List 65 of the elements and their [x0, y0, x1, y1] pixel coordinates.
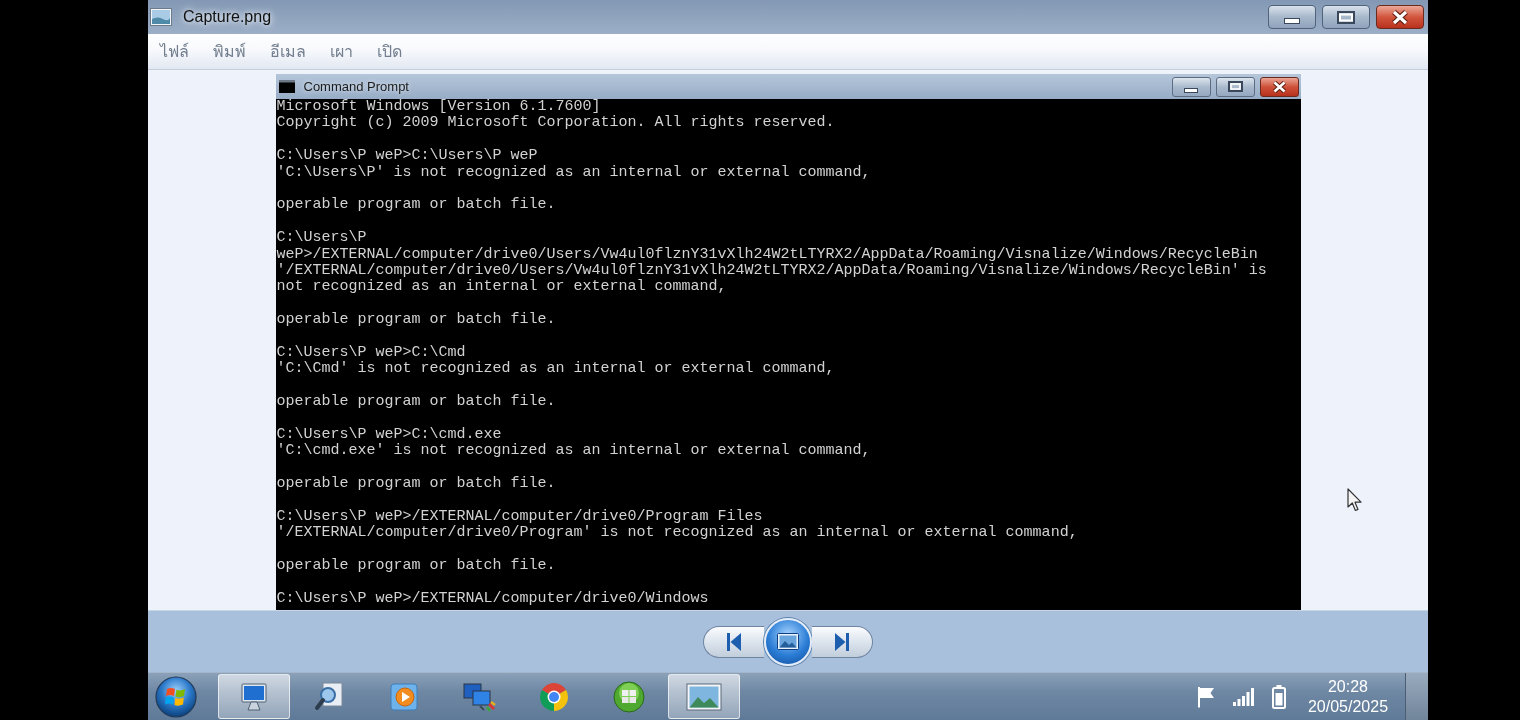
start-button[interactable] [154, 674, 198, 719]
window-title: Capture.png [183, 8, 272, 26]
slideshow-button[interactable] [764, 617, 812, 666]
console-line: C:\Users\P [276, 230, 367, 247]
clock-date: 20/05/2025 [1307, 696, 1389, 717]
taskbar-button[interactable] [218, 674, 290, 719]
close-button[interactable] [1376, 5, 1424, 29]
maximize-icon [1337, 10, 1355, 24]
menu-item[interactable]: เผา [330, 39, 353, 64]
console-line: operable program or batch file. [276, 558, 556, 575]
console-line: operable program or batch file. [276, 197, 556, 214]
picture-icon [777, 633, 799, 650]
picture-icon [150, 8, 172, 26]
console-line: operable program or batch file. [276, 476, 556, 493]
console-line: not recognized as an internal or external command, [276, 279, 727, 296]
round-logo-icon [539, 681, 569, 712]
play-icon [389, 682, 419, 711]
console-line: C:\Users\P weP>/EXTERNAL/computer/drive0/Program Files [276, 509, 763, 525]
taskbar-button[interactable] [668, 674, 740, 719]
console-line: 'C:\Cmd' is not recognized as an internal or external command, [276, 361, 835, 378]
start-orb-icon [155, 675, 197, 718]
close-button[interactable] [1259, 76, 1299, 97]
next-button[interactable] [812, 625, 873, 658]
flag-icon[interactable] [1196, 685, 1216, 708]
minimize-icon [1284, 18, 1300, 24]
skip-forward-icon [835, 632, 849, 651]
minimize-button[interactable] [1171, 76, 1211, 97]
close-icon [1391, 9, 1409, 25]
console-line: operable program or batch file. [276, 312, 556, 329]
window-title: Command Prompt [303, 79, 409, 94]
console-icon [278, 80, 295, 93]
console-line: operable program or batch file. [276, 394, 556, 411]
close-icon [1271, 80, 1287, 93]
signal-bars-icon[interactable] [1233, 687, 1255, 706]
console-line: Microsoft Windows [Version 6.1.7600] [276, 99, 601, 115]
console-line: C:\Users\P weP>C:\Cmd [276, 345, 466, 361]
menu-item[interactable]: เปิด [377, 39, 402, 64]
minimize-icon [1184, 87, 1198, 93]
magnifier-icon [314, 681, 344, 712]
menu-item[interactable]: พิมพ์ [213, 39, 246, 64]
battery-icon[interactable] [1272, 684, 1286, 709]
flag-orb-icon [613, 680, 645, 713]
landscape-picture-icon [686, 682, 722, 711]
console-line: 'C:\Users\P' is not recognized as an internal or external command, [276, 164, 871, 181]
monitor-icon [239, 682, 269, 711]
console-line: weP>/EXTERNAL/computer/drive0/Users/Vw4ul0flznY31vXlh24W2tLTYRX2/AppData/Roaming/Visnalize/Windows/RecycleBin [276, 246, 1258, 263]
minimize-button[interactable] [1268, 5, 1316, 29]
console-line: C:\Users\P weP>C:\Users\P weP [276, 148, 538, 165]
menu-item[interactable]: ไฟล์ [160, 39, 189, 64]
console-line: Copyright (c) 2009 Microsoft Corporation. All rights reserved. [276, 115, 835, 132]
console-line: '/EXTERNAL/computer/drive0/Users/Vw4ul0flznY31vXlh24W2tLTYRX2/AppData/Roaming/Visnalize/Windows/RecycleBin' is [276, 263, 1267, 279]
maximize-icon [1227, 81, 1243, 92]
console-line: '/EXTERNAL/computer/drive0/Program' is not recognized as an internal or external command, [276, 525, 1078, 542]
maximize-button[interactable] [1215, 76, 1255, 97]
console-line: 'C:\cmd.exe' is not recognized as an internal or external command, [276, 443, 871, 460]
previous-button[interactable] [703, 625, 764, 658]
skip-back-icon [727, 632, 741, 651]
cursor-icon [1347, 488, 1363, 512]
two-monitors-icon [462, 681, 496, 712]
console-line: C:\Users\P weP>C:\cmd.exe [276, 427, 502, 443]
clock-time: 20:28 [1327, 676, 1368, 697]
maximize-button[interactable] [1322, 5, 1370, 29]
show-desktop-button[interactable] [1405, 673, 1428, 720]
menu-item[interactable]: อีเมล [270, 39, 306, 64]
console-line: C:\Users\P weP>/EXTERNAL/computer/drive0/Windows [276, 591, 709, 608]
